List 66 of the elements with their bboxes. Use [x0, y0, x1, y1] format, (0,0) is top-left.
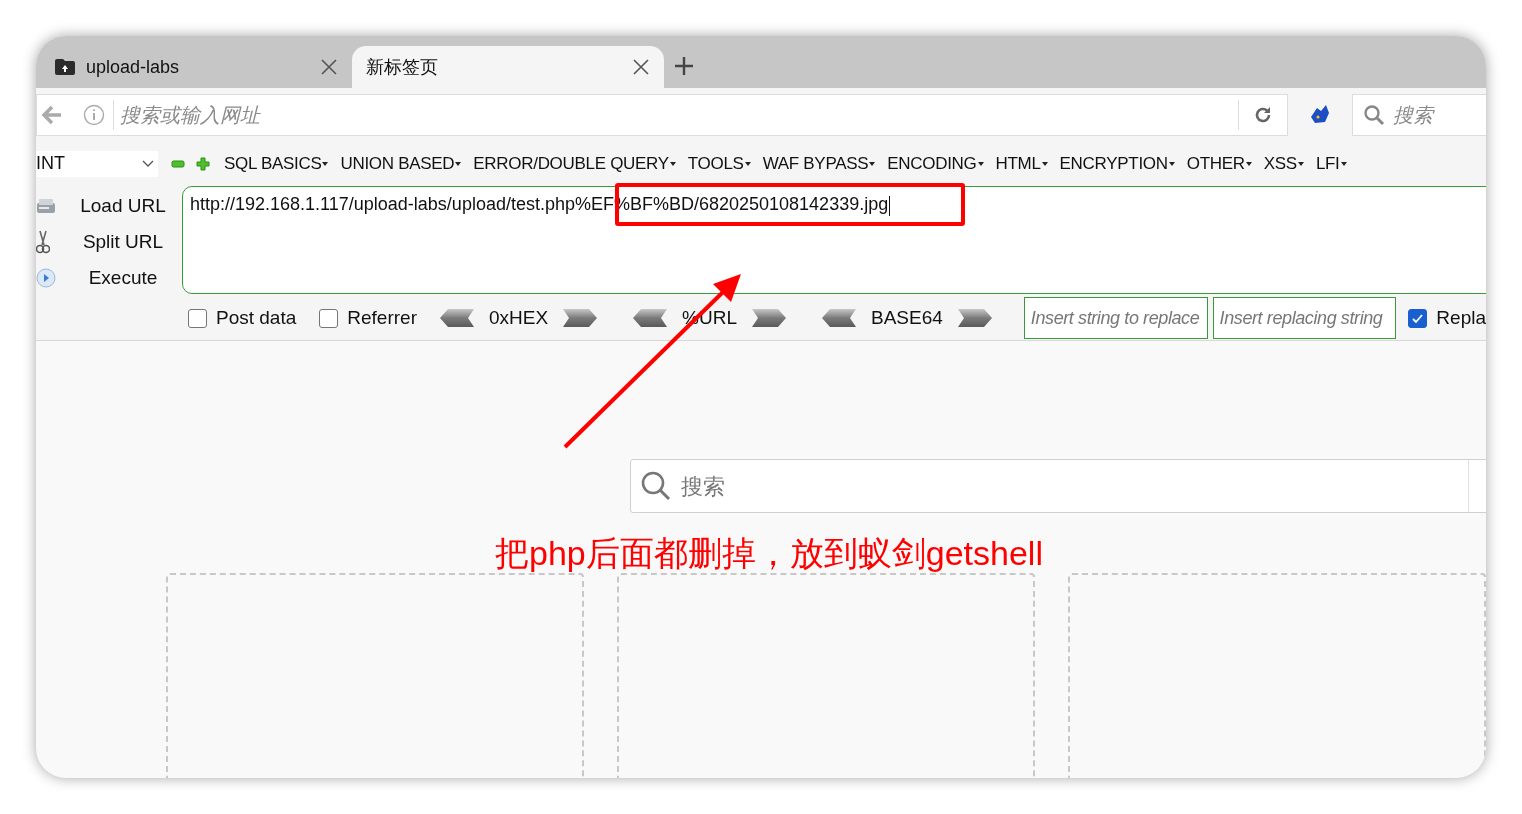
encoder-label: 0xHEX	[488, 305, 549, 330]
menu-item[interactable]: UNION BASED	[340, 150, 462, 177]
action-button[interactable]: Split URL	[64, 227, 182, 257]
close-icon[interactable]	[632, 58, 650, 76]
checkbox[interactable]	[188, 308, 207, 328]
checkbox[interactable]	[1408, 308, 1428, 328]
caret-icon	[1297, 161, 1304, 166]
browser-tab[interactable]: 新标签页	[352, 46, 664, 88]
search-icon	[641, 471, 671, 501]
address-field[interactable]: 搜索或输入网址	[36, 93, 1288, 136]
caret-icon	[869, 161, 876, 166]
encoder-label: BASE64	[871, 305, 943, 330]
menu-item[interactable]: SQL BASICS	[224, 150, 329, 177]
checkbox-label: Repla	[1436, 305, 1486, 330]
left-arrow-icon[interactable]	[439, 309, 474, 327]
field-placeholder: Insert replacing string	[1219, 306, 1383, 330]
minus-icon[interactable]	[171, 159, 185, 168]
left-arrow-icon[interactable]	[822, 309, 856, 327]
menu-item[interactable]: TOOLS	[687, 150, 751, 177]
search-placeholder: 搜索	[681, 472, 726, 501]
caret-icon	[1245, 161, 1252, 166]
annotation-text: 把php后面都删掉，放到蚁剑getshell	[495, 533, 1043, 573]
caret-icon	[669, 161, 676, 166]
scissors-icon	[36, 230, 50, 254]
play-icon	[36, 268, 56, 288]
caret-icon	[322, 161, 329, 166]
caret-icon	[1168, 161, 1175, 166]
menu-item[interactable]: ENCODING	[887, 150, 984, 177]
checkbox-label: Referrer	[347, 305, 417, 330]
search-icon	[1363, 103, 1385, 126]
checkbox[interactable]	[319, 308, 339, 328]
menu-item[interactable]: OTHER	[1186, 150, 1252, 177]
text-cursor	[889, 195, 891, 216]
tab-title: 新标签页	[366, 55, 439, 79]
address-placeholder: 搜索或输入网址	[120, 102, 262, 128]
right-arrow-icon[interactable]	[957, 309, 992, 327]
action-button[interactable]: Load URL	[64, 191, 182, 221]
caret-icon	[1340, 161, 1347, 166]
right-arrow-icon[interactable]	[752, 309, 786, 327]
plus-icon[interactable]	[196, 156, 210, 171]
caret-icon	[1041, 161, 1048, 166]
menu-item[interactable]: LFI	[1315, 150, 1347, 177]
caret-icon	[977, 161, 984, 166]
menu-item[interactable]: XSS	[1263, 150, 1304, 177]
search-field[interactable]: 搜索	[1352, 93, 1486, 136]
caret-icon	[744, 161, 751, 166]
action-button[interactable]: Execute	[64, 263, 182, 293]
right-arrow-icon[interactable]	[563, 309, 598, 327]
plus-icon[interactable]	[674, 56, 694, 76]
left-arrow-icon[interactable]	[633, 309, 668, 327]
menu-item[interactable]: ENCRYPTION	[1059, 150, 1175, 177]
folder-icon	[54, 58, 76, 76]
checkbox-label: Post data	[216, 305, 297, 330]
menu-item[interactable]: WAF BYPASS	[762, 150, 876, 177]
caret-icon	[455, 161, 462, 166]
replace-field[interactable]: Insert string to replace	[1023, 297, 1208, 339]
type-select[interactable]: INT	[36, 150, 158, 177]
replace-field[interactable]: Insert replacing string	[1212, 297, 1397, 339]
menu-item[interactable]: HTML	[995, 150, 1048, 177]
chevron-down-icon	[142, 159, 154, 168]
page-search-field[interactable]: 搜索	[630, 459, 1486, 513]
tab-title: upload-labs	[86, 55, 181, 79]
search-placeholder: 搜索	[1393, 102, 1433, 128]
field-placeholder: Insert string to replace	[1030, 306, 1200, 330]
menu-item[interactable]: ERROR/DOUBLE QUERY	[473, 150, 676, 177]
close-icon[interactable]	[320, 58, 338, 76]
